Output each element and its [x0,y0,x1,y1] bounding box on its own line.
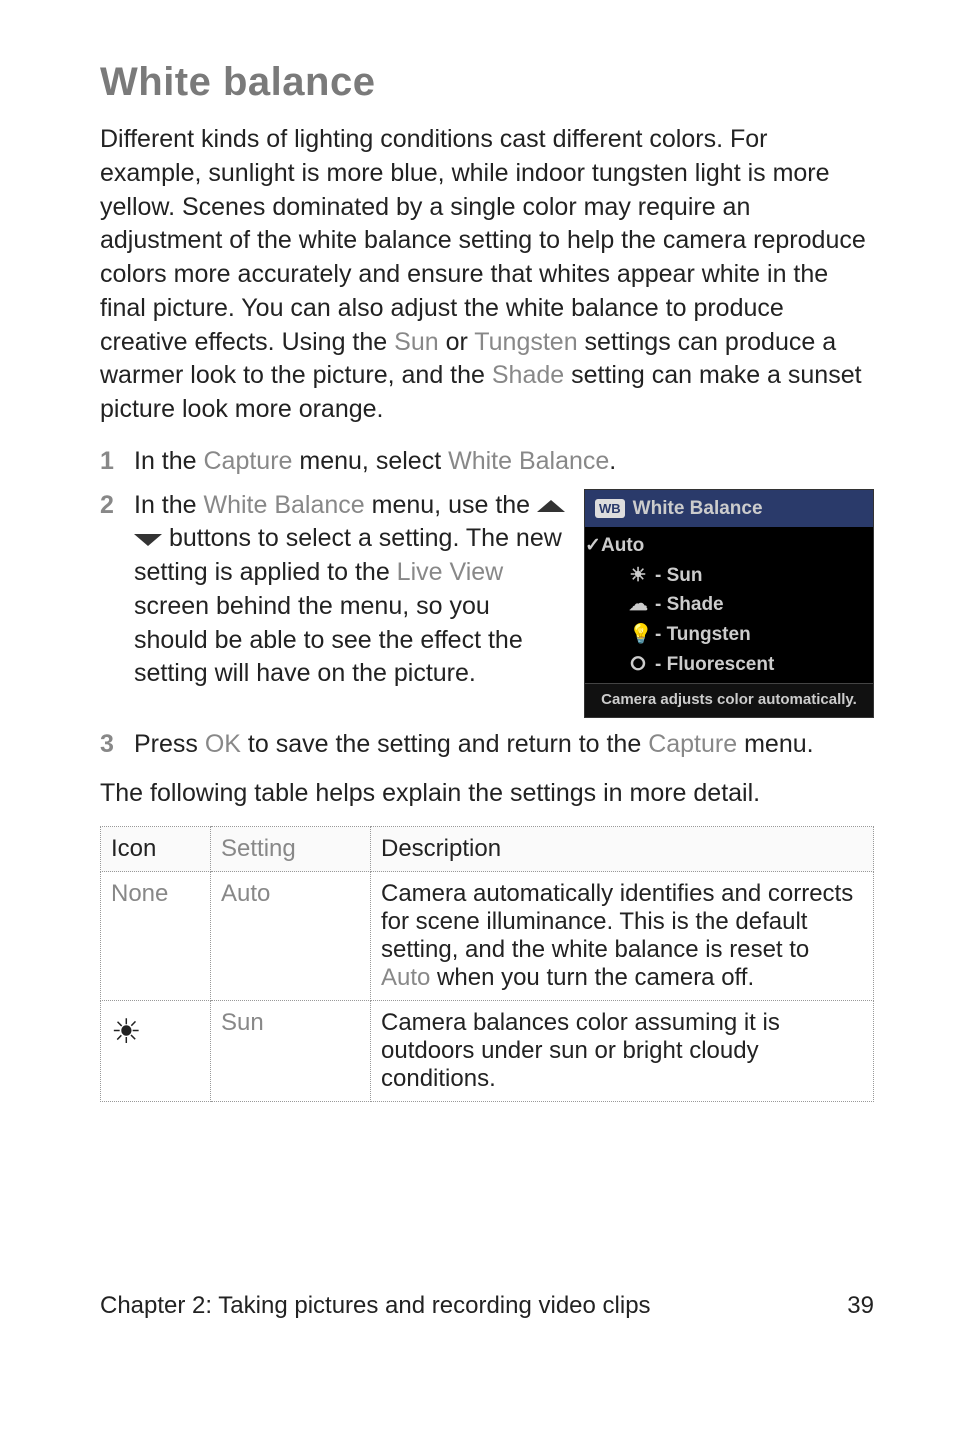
step-2-text: In the White Balance menu, use the butto… [134,489,566,692]
wb-item-auto: Auto [585,531,873,561]
step-text: In the [134,447,204,475]
wb-menu-header: WB White Balance [585,490,873,528]
step-2: In the White Balance menu, use the butto… [100,489,874,718]
step-text: menu. [737,730,813,758]
wb-item-label: - Sun [655,563,703,589]
wb-badge-icon: WB [595,499,625,519]
page-title: White balance [100,60,874,105]
wb-item-label: - Shade [655,592,724,618]
wb-item-sun: ☀ - Sun [585,561,873,591]
shade-icon: ☁ [629,592,647,618]
intro-text: or [439,328,475,356]
intro-paragraph: Different kinds of lighting conditions c… [100,123,874,427]
step-text: menu, use the [365,491,537,519]
step-text: . [609,447,616,475]
desc-text: Camera automatically identifies and corr… [381,880,853,963]
steps-list: In the Capture menu, select White Balanc… [100,445,874,762]
page-number: 39 [847,1292,874,1320]
white-balance-term: White Balance [204,491,365,519]
white-balance-term: White Balance [448,447,609,475]
shade-term: Shade [492,361,564,389]
intro-text: Different kinds of lighting conditions c… [100,125,866,356]
auto-term: Auto [381,964,430,991]
wb-item-label: Auto [601,533,644,559]
header-icon: Icon [101,827,211,872]
white-balance-menu-screenshot: WB White Balance Auto ☀ - Sun ☁ - Shade [584,489,874,718]
settings-table: Icon Setting Description None Auto Camer… [100,826,874,1102]
wb-item-tungsten: 💡 - Tungsten [585,620,873,650]
desc-text: Camera balances color assuming it is out… [381,1009,780,1092]
step-text: screen behind the menu, so you should be… [134,592,523,688]
wb-item-fluorescent: ⭘ - Fluorescent [585,650,873,680]
header-setting: Setting [211,827,371,872]
page-footer: Chapter 2: Taking pictures and recording… [100,1292,874,1320]
cell-description: Camera balances color assuming it is out… [371,1001,874,1102]
live-view-term: Live View [397,558,504,586]
cell-setting: Auto [211,872,371,1001]
arrow-down-icon [134,534,162,546]
tungsten-icon: 💡 [629,622,647,648]
capture-term: Capture [204,447,293,475]
sun-term: Sun [394,328,438,356]
desc-text: when you turn the camera off. [430,964,754,991]
wb-item-label: - Fluorescent [655,652,774,678]
cell-description: Camera automatically identifies and corr… [371,872,874,1001]
step-text: to save the setting and return to the [241,730,648,758]
cell-setting: Sun [211,1001,371,1102]
step-text: Press [134,730,205,758]
sun-icon: ☀ [111,1015,141,1049]
capture-term: Capture [648,730,737,758]
table-header-row: Icon Setting Description [101,827,874,872]
wb-menu-items: Auto ☀ - Sun ☁ - Shade 💡 - Tungsten [585,527,873,683]
cell-icon: ☀ [101,1001,211,1102]
wb-item-label: - Tungsten [655,622,751,648]
wb-item-shade: ☁ - Shade [585,590,873,620]
header-description: Description [371,827,874,872]
table-row: None Auto Camera automatically identifie… [101,872,874,1001]
arrow-up-icon [537,500,565,512]
chapter-label: Chapter 2: Taking pictures and recording… [100,1292,651,1320]
wb-menu-title: White Balance [633,496,763,522]
table-row: ☀ Sun Camera balances color assuming it … [101,1001,874,1102]
step-text: menu, select [292,447,448,475]
tungsten-term: Tungsten [474,328,577,356]
wb-menu-footer: Camera adjusts color automatically. [585,683,873,716]
fluorescent-icon: ⭘ [629,652,647,678]
step-text: In the [134,491,204,519]
table-intro: The following table helps explain the se… [100,779,874,808]
step-1: In the Capture menu, select White Balanc… [100,445,874,479]
step-3: Press OK to save the setting and return … [100,728,874,762]
sun-icon: ☀ [629,563,647,589]
cell-icon: None [101,872,211,1001]
ok-term: OK [205,730,241,758]
